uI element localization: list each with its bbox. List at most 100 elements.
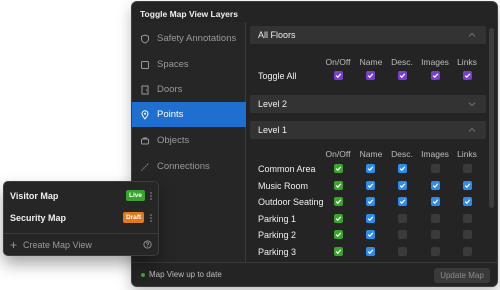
sidebar-item-label: Safety Annotations: [157, 33, 237, 44]
layer-checkbox[interactable]: [431, 213, 440, 223]
column-header-images: Images: [421, 57, 449, 67]
column-header-desc: Desc.: [391, 57, 413, 67]
map-layers-panel: Toggle Map View Layers Safety Annotation…: [131, 1, 498, 287]
layer-checkbox[interactable]: [463, 246, 472, 256]
map-view-name: Security Map: [10, 213, 67, 223]
section-title: All Floors: [258, 30, 296, 40]
section-title: Level 1: [258, 125, 288, 135]
layer-checkbox[interactable]: [334, 180, 343, 190]
layer-checkbox[interactable]: [463, 213, 472, 223]
map-pin-icon: [140, 109, 150, 120]
layer-checkbox[interactable]: [431, 246, 440, 256]
sidebar-item-label: Points: [157, 109, 184, 120]
layer-checkbox[interactable]: [398, 180, 407, 190]
column-header-name: Name: [359, 149, 383, 159]
map-views-popup: Visitor Map Live Security Map Draft + Cr…: [3, 181, 159, 256]
layer-checkbox[interactable]: [398, 246, 407, 256]
toggle-all-checkbox[interactable]: [463, 71, 472, 80]
layer-checkbox[interactable]: [334, 246, 343, 256]
column-header-links: Links: [457, 57, 477, 67]
layer-checkbox[interactable]: [334, 197, 343, 206]
chevron-up-icon: [468, 32, 476, 37]
layer-checkbox[interactable]: [334, 213, 343, 223]
layer-row-label: Music Room: [258, 180, 309, 191]
sidebar-item-safety-annotations[interactable]: Safety Annotations: [132, 26, 246, 51]
map-view-item-visitor[interactable]: Visitor Map Live: [4, 186, 158, 206]
status-dot: [141, 273, 145, 277]
layer-row-label: Common Area: [258, 164, 316, 174]
status-text: Map View up to date: [149, 270, 222, 279]
layer-row-label: Outdoor Seating: [258, 197, 324, 207]
layers-content: All Floors On/Off Name Desc. Images Link…: [250, 26, 486, 260]
layer-checkbox[interactable]: [398, 230, 407, 239]
section-header-level-1[interactable]: Level 1: [250, 121, 486, 139]
toggle-all-checkbox[interactable]: [334, 71, 343, 80]
layer-checkbox[interactable]: [463, 230, 472, 239]
sidebar-item-label: Connections: [157, 161, 210, 172]
layer-checkbox[interactable]: [366, 180, 375, 190]
layer-checkbox[interactable]: [463, 164, 472, 173]
column-header-links: Links: [457, 149, 477, 159]
toggle-all-checkbox[interactable]: [366, 71, 375, 80]
layer-checkbox[interactable]: [431, 197, 440, 206]
create-map-view-label: Create Map View: [23, 240, 92, 250]
column-header-on-off: On/Off: [325, 57, 351, 67]
sidebar-item-label: Doors: [157, 84, 183, 95]
layer-checkbox[interactable]: [431, 180, 440, 190]
layer-checkbox[interactable]: [366, 213, 375, 223]
layer-checkbox[interactable]: [398, 164, 407, 173]
layer-checkbox[interactable]: [366, 164, 375, 173]
sidebar-item-label: Objects: [157, 135, 190, 146]
box-icon: [140, 136, 150, 146]
shield-icon: [140, 33, 150, 44]
door-icon: [140, 85, 150, 95]
layer-checkbox[interactable]: [334, 164, 343, 173]
help-icon[interactable]: [143, 240, 152, 249]
layer-checkbox[interactable]: [463, 180, 472, 190]
sidebar-item-objects[interactable]: Objects: [132, 128, 246, 153]
toggle-all-checkbox[interactable]: [431, 71, 440, 80]
panel-title: Toggle Map View Layers: [140, 9, 238, 19]
plus-icon: +: [10, 238, 18, 252]
layer-row-label: Parking 2: [258, 230, 297, 240]
column-header-images: Images: [421, 149, 449, 159]
sidebar-item-connections[interactable]: Connections: [132, 154, 246, 179]
status-badge: Draft: [123, 212, 145, 223]
toggle-all-label: Toggle All: [258, 71, 297, 81]
column-header-desc: Desc.: [391, 149, 413, 159]
update-map-button[interactable]: Update Map: [434, 268, 490, 283]
layer-checkbox[interactable]: [463, 197, 472, 206]
column-header-name: Name: [359, 57, 383, 67]
sidebar-item-label: Spaces: [157, 59, 189, 70]
layer-checkbox[interactable]: [334, 230, 343, 239]
toggle-all-checkbox[interactable]: [398, 71, 407, 80]
layer-row-label: Parking 3: [258, 246, 297, 257]
section-title: Level 2: [258, 99, 288, 109]
panel-footer: Map View up to date Update Map: [132, 262, 497, 286]
map-view-name: Visitor Map: [10, 191, 59, 201]
layer-row-label: Parking 1: [258, 213, 297, 224]
layer-checkbox[interactable]: [366, 197, 375, 206]
connection-icon: [140, 162, 150, 172]
sidebar-item-points[interactable]: Points: [132, 102, 246, 127]
section-header-all-floors[interactable]: All Floors: [250, 26, 486, 44]
create-map-view-button[interactable]: + Create Map View: [4, 233, 158, 255]
scrollbar[interactable]: [489, 28, 494, 208]
sidebar-item-doors[interactable]: Doors: [132, 77, 246, 102]
layer-checkbox[interactable]: [398, 197, 407, 206]
chevron-up-icon: [468, 127, 476, 132]
chevron-down-icon: [468, 102, 476, 107]
map-view-item-security[interactable]: Security Map Draft: [4, 208, 158, 228]
section-header-level-2[interactable]: Level 2: [250, 95, 486, 113]
layer-checkbox[interactable]: [398, 213, 407, 223]
square-icon: [140, 60, 150, 70]
more-options-icon[interactable]: [148, 213, 154, 223]
layer-checkbox[interactable]: [431, 164, 440, 173]
status-badge: Live: [126, 190, 146, 201]
layer-checkbox[interactable]: [431, 230, 440, 239]
more-options-icon[interactable]: [148, 191, 154, 201]
layer-checkbox[interactable]: [366, 230, 375, 239]
layer-checkbox[interactable]: [366, 246, 375, 256]
column-header-on-off: On/Off: [325, 149, 351, 159]
sidebar-item-spaces[interactable]: Spaces: [132, 52, 246, 77]
